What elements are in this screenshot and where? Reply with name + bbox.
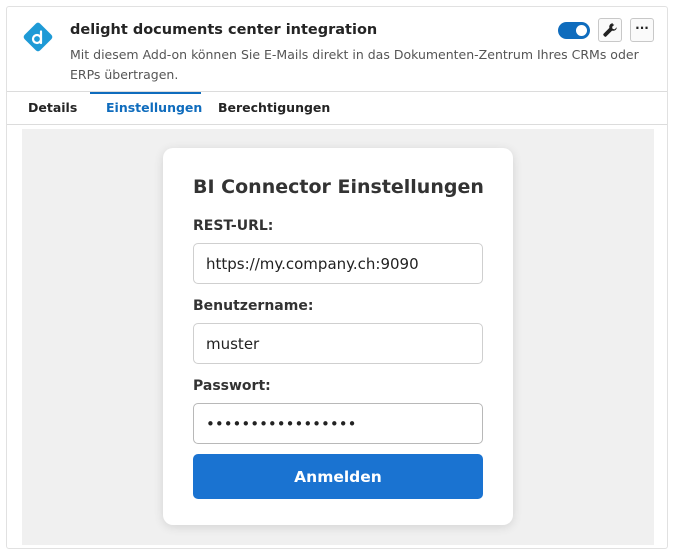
connector-settings-form: BI Connector Einstellungen REST-URL: Ben…: [163, 148, 513, 525]
login-button[interactable]: Anmelden: [193, 454, 483, 499]
toggle-knob: [576, 25, 587, 36]
addon-card: delight documents center integration Mit…: [6, 6, 668, 549]
rest-url-input[interactable]: [193, 243, 483, 284]
username-input[interactable]: [193, 323, 483, 364]
password-input[interactable]: [193, 403, 483, 444]
tab-details[interactable]: Details: [28, 92, 77, 124]
username-label: Benutzername:: [193, 298, 314, 314]
more-dots-icon: ···: [635, 21, 649, 35]
more-options-button[interactable]: ···: [630, 18, 654, 42]
tab-bar: Details Einstellungen Berechtigungen: [7, 92, 667, 124]
settings-button[interactable]: [598, 18, 622, 42]
delight-logo-icon: [23, 22, 53, 52]
wrench-icon: [603, 23, 617, 37]
enable-toggle[interactable]: [558, 22, 590, 39]
active-tab-indicator: [90, 92, 201, 94]
addon-title: delight documents center integration: [70, 22, 378, 38]
rest-url-label: REST-URL:: [193, 218, 274, 234]
tab-einstellungen[interactable]: Einstellungen: [106, 92, 202, 124]
form-title: BI Connector Einstellungen: [193, 176, 484, 198]
addon-description: Mit diesem Add-on können Sie E-Mails dir…: [70, 47, 639, 82]
tabs-divider: [7, 124, 667, 125]
password-label: Passwort:: [193, 378, 271, 394]
tab-berechtigungen[interactable]: Berechtigungen: [218, 92, 330, 124]
